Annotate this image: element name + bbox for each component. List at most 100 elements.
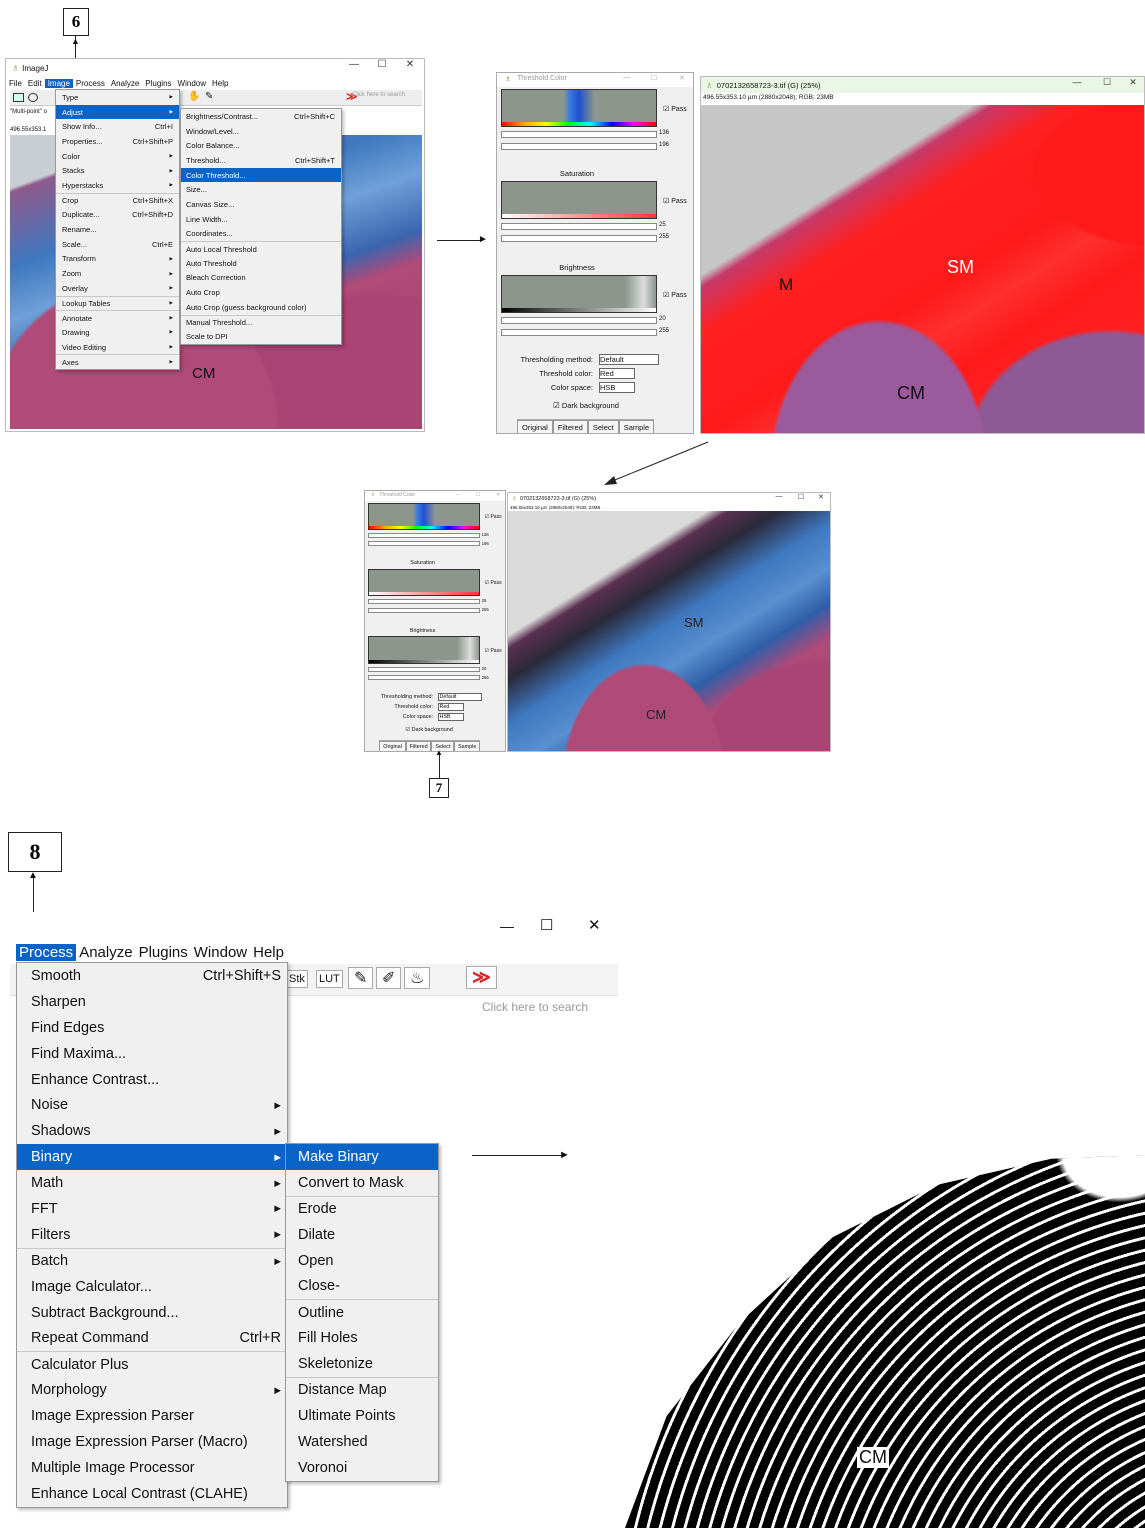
minimize-button[interactable]: — xyxy=(623,74,630,81)
menu-item-stacks[interactable]: Stacks ▶ xyxy=(56,163,179,178)
menu-item-smooth[interactable]: Smooth Ctrl+Shift+S xyxy=(17,963,287,989)
menu-item-filters[interactable]: Filters ▶ xyxy=(17,1222,287,1248)
hand-tool-icon[interactable]: ✋ xyxy=(188,91,200,102)
menu-item-overlay[interactable]: Overlay ▶ xyxy=(56,281,179,296)
menu-process[interactable]: Process xyxy=(73,79,108,88)
brightness-pass-checkbox[interactable]: ☑ Pass xyxy=(663,291,687,299)
hue-max-slider[interactable] xyxy=(501,143,657,150)
menu-item-batch[interactable]: Batch ▶ xyxy=(17,1247,287,1274)
minimize-button[interactable]: — xyxy=(1062,77,1092,88)
maximize-button[interactable]: ☐ xyxy=(540,916,553,934)
menu-item-transform[interactable]: Transform ▶ xyxy=(56,252,179,267)
hue-pass-checkbox[interactable]: ☑ Pass xyxy=(485,514,502,520)
saturation-pass-checkbox[interactable]: ☑ Pass xyxy=(663,197,687,205)
menu-item-auto-local-threshold[interactable]: Auto Local Threshold xyxy=(181,241,341,256)
menu-item-erode[interactable]: Erode xyxy=(286,1195,438,1222)
hue-max-slider[interactable] xyxy=(367,541,481,547)
close-button[interactable]: ✕ xyxy=(588,916,601,934)
original-button[interactable]: Original xyxy=(379,741,406,751)
maximize-button[interactable]: ☐ xyxy=(476,492,481,498)
saturation-pass-checkbox[interactable]: ☑ Pass xyxy=(485,580,502,586)
menu-item-color[interactable]: Color ▶ xyxy=(56,149,179,164)
menu-item-bleach-correction[interactable]: Bleach Correction xyxy=(181,271,341,286)
menu-help[interactable]: Help xyxy=(250,944,287,961)
menu-item-make-binary[interactable]: Make Binary xyxy=(286,1144,438,1170)
hue-min-slider[interactable] xyxy=(501,131,657,138)
lut-button[interactable]: LUT xyxy=(316,970,343,988)
menu-item-color-threshold[interactable]: Color Threshold... xyxy=(181,167,341,183)
pencil-tool-icon[interactable]: ✎ xyxy=(348,967,374,989)
minimize-button[interactable]: — xyxy=(340,59,368,70)
menu-window[interactable]: Window xyxy=(191,944,250,961)
menu-item-distance-map[interactable]: Distance Map xyxy=(286,1377,438,1403)
minimize-button[interactable]: — xyxy=(768,493,790,501)
search-input[interactable]: Click here to search xyxy=(482,1000,588,1014)
menu-item-manual-threshold[interactable]: Manual Threshold... xyxy=(181,314,341,330)
menu-item-show-info[interactable]: Show Info... Ctrl+I xyxy=(56,119,179,134)
menu-item-calculator-plus[interactable]: Calculator Plus xyxy=(17,1351,287,1377)
menu-item-auto-threshold[interactable]: Auto Threshold xyxy=(181,256,341,271)
menu-item-skeletonize[interactable]: Skeletonize xyxy=(286,1351,438,1377)
brightness-max-slider[interactable] xyxy=(367,675,481,681)
close-button[interactable]: ✕ xyxy=(396,59,424,70)
hue-pass-checkbox[interactable]: ☑ Pass xyxy=(663,105,687,113)
menu-item-multiple-image-processor[interactable]: Multiple Image Processor xyxy=(17,1455,287,1481)
menu-item-adjust[interactable]: Adjust ▶ xyxy=(56,104,179,120)
saturation-max-slider[interactable] xyxy=(367,607,481,613)
original-button[interactable]: Original xyxy=(517,420,553,433)
close-button[interactable]: ✕ xyxy=(679,74,685,82)
dropper-tool-icon[interactable]: ✎ xyxy=(205,91,213,102)
menu-item-subtract-background[interactable]: Subtract Background... xyxy=(17,1300,287,1326)
menu-item-shadows[interactable]: Shadows ▶ xyxy=(17,1118,287,1144)
stk-button[interactable]: Stk xyxy=(286,970,308,988)
menu-item-auto-crop-guess-background-color[interactable]: Auto Crop (guess background color) xyxy=(181,300,341,315)
menu-item-scale-to-dpi[interactable]: Scale to DPI xyxy=(181,329,341,344)
filtered-button[interactable]: Filtered xyxy=(405,741,432,751)
menu-item-drawing[interactable]: Drawing ▶ xyxy=(56,325,179,340)
menu-analyze[interactable]: Analyze xyxy=(108,79,142,88)
menu-item-close[interactable]: Close- xyxy=(286,1273,438,1299)
menu-image[interactable]: Image xyxy=(44,78,73,88)
menu-item-duplicate[interactable]: Duplicate... Ctrl+Shift+D xyxy=(56,208,179,223)
brightness-min-slider[interactable] xyxy=(367,666,481,672)
more-tools-icon[interactable]: ≫ xyxy=(466,966,497,989)
menu-item-hyperstacks[interactable]: Hyperstacks ▶ xyxy=(56,178,179,193)
menu-item-find-edges[interactable]: Find Edges xyxy=(17,1015,287,1041)
menu-item-ultimate-points[interactable]: Ultimate Points xyxy=(286,1403,438,1429)
brightness-min-slider[interactable] xyxy=(501,317,657,324)
maximize-button[interactable]: ☐ xyxy=(1092,77,1122,88)
saturation-min-slider[interactable] xyxy=(367,599,481,605)
menu-item-binary[interactable]: Binary ▶ xyxy=(17,1144,287,1171)
menu-plugins[interactable]: Plugins xyxy=(136,944,191,961)
maximize-button[interactable]: ☐ xyxy=(790,493,812,501)
menu-item-math[interactable]: Math ▶ xyxy=(17,1170,287,1196)
menu-item-enhance-local-contrast-clahe[interactable]: Enhance Local Contrast (CLAHE) xyxy=(17,1481,287,1507)
menu-item-annotate[interactable]: Annotate ▶ xyxy=(56,310,179,325)
sample-button[interactable]: Sample xyxy=(454,741,481,751)
menu-item-scale[interactable]: Scale... Ctrl+E xyxy=(56,237,179,252)
menu-item-canvas-size[interactable]: Canvas Size... xyxy=(181,197,341,212)
menu-item-auto-crop[interactable]: Auto Crop xyxy=(181,285,341,300)
menu-item-find-maxima[interactable]: Find Maxima... xyxy=(17,1041,287,1067)
menu-file[interactable]: File xyxy=(6,79,25,88)
space-select[interactable]: HSB xyxy=(438,713,465,722)
menu-item-repeat-command[interactable]: Repeat Command Ctrl+R xyxy=(17,1325,287,1351)
maximize-button[interactable]: ☐ xyxy=(368,59,396,70)
oval-tool-icon[interactable] xyxy=(28,93,38,102)
menu-item-enhance-contrast[interactable]: Enhance Contrast... xyxy=(17,1067,287,1093)
menu-item-dilate[interactable]: Dilate xyxy=(286,1222,438,1248)
menu-item-sharpen[interactable]: Sharpen xyxy=(17,989,287,1015)
menu-item-axes[interactable]: Axes ▶ xyxy=(56,354,179,369)
dark-background-checkbox[interactable]: ☑ Dark background xyxy=(405,727,452,733)
menu-item-line-width[interactable]: Line Width... xyxy=(181,212,341,227)
brightness-pass-checkbox[interactable]: ☑ Pass xyxy=(485,648,502,654)
menu-item-voronoi[interactable]: Voronoi xyxy=(286,1455,438,1481)
menu-item-fft[interactable]: FFT ▶ xyxy=(17,1196,287,1222)
menu-item-zoom[interactable]: Zoom ▶ xyxy=(56,266,179,281)
menu-item-image-calculator[interactable]: Image Calculator... xyxy=(17,1274,287,1300)
menu-item-rename[interactable]: Rename... xyxy=(56,222,179,237)
menu-window[interactable]: Window xyxy=(175,79,209,88)
filtered-button[interactable]: Filtered xyxy=(552,420,588,433)
saturation-min-slider[interactable] xyxy=(501,223,657,230)
menu-item-noise[interactable]: Noise ▶ xyxy=(17,1092,287,1118)
